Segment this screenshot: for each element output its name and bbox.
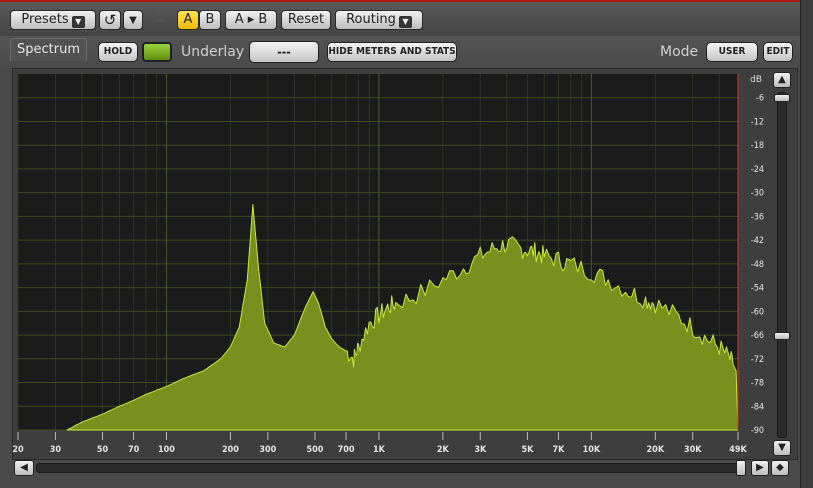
y-axis-labels: -6 -12 -18 -24 -30 -36 -42 -48 -54 -60 -66 -72 -78 -8…: [751, 94, 764, 436]
db-unit-label: dB: [750, 75, 762, 85]
y-tick-label: -48: [751, 260, 764, 270]
x-tick-label: 5K: [521, 445, 534, 455]
x-tick-label: 500: [307, 445, 324, 455]
vertical-scrollbar[interactable]: ▲ ▼: [771, 72, 793, 460]
x-tick-label: 100: [158, 445, 175, 455]
x-tick-label: 3K: [474, 445, 487, 455]
x-tick-label: 49K: [729, 445, 747, 455]
y-tick-label: -18: [751, 141, 764, 151]
x-tick-label: 20K: [647, 445, 665, 455]
y-tick-label: -42: [751, 236, 764, 246]
x-tick-label: 30: [50, 445, 62, 455]
spectrum-chart[interactable]: 20 30 50 70 100 200 300 500 700 1K 2K 3K 5K 7K 10K 20K 3…: [0, 0, 813, 488]
diamond-icon: ◆: [776, 462, 784, 473]
horizontal-scrollbar[interactable]: ◀ ▶ ◆: [14, 459, 794, 477]
vertical-track[interactable]: [777, 92, 787, 438]
y-tick-label: -84: [751, 402, 764, 412]
scroll-left-button[interactable]: ◀: [14, 460, 34, 476]
y-tick-label: -30: [751, 189, 764, 199]
y-tick-label: -78: [751, 379, 764, 389]
x-tick-label: 7K: [553, 445, 566, 455]
x-tick-label: 2K: [437, 445, 450, 455]
x-tick-label: 30K: [684, 445, 702, 455]
x-tick-label: 1K: [373, 445, 386, 455]
x-tick-label: 10K: [583, 445, 601, 455]
x-tick-label: 70: [128, 445, 140, 455]
scroll-up-button[interactable]: ▲: [773, 72, 791, 88]
y-tick-label: -12: [751, 117, 764, 127]
chevron-down-icon: ▼: [778, 442, 786, 453]
y-tick-label: -36: [751, 212, 764, 222]
scroll-down-button[interactable]: ▼: [773, 440, 791, 456]
chevron-right-icon: ▶: [756, 462, 764, 473]
y-tick-label: -66: [751, 331, 764, 341]
y-tick-label: -72: [751, 355, 764, 365]
window-edge: [800, 0, 813, 488]
horizontal-track[interactable]: [36, 463, 742, 473]
x-tick-label: 700: [338, 445, 355, 455]
chevron-up-icon: ▲: [778, 74, 786, 85]
x-tick-label: 300: [259, 445, 276, 455]
x-tick-label: 200: [222, 445, 239, 455]
y-tick-label: -90: [751, 426, 764, 436]
vertical-thumb-top[interactable]: [774, 94, 790, 102]
x-tick-label: 50: [97, 445, 109, 455]
x-tick-label: 20: [12, 445, 24, 455]
scroll-right-button[interactable]: ▶: [751, 460, 769, 476]
chevron-left-icon: ◀: [20, 462, 28, 473]
y-tick-label: -60: [751, 307, 764, 317]
zoom-reset-button[interactable]: ◆: [771, 460, 789, 476]
vertical-thumb-bottom[interactable]: [774, 332, 790, 340]
y-tick-label: -6: [756, 94, 764, 104]
y-tick-label: -24: [751, 165, 764, 175]
y-tick-label: -54: [751, 284, 764, 294]
horizontal-thumb-right[interactable]: [736, 460, 746, 476]
x-axis-labels: 20 30 50 70 100 200 300 500 700 1K 2K 3K 5K 7K 10K 20K 3…: [12, 432, 747, 455]
